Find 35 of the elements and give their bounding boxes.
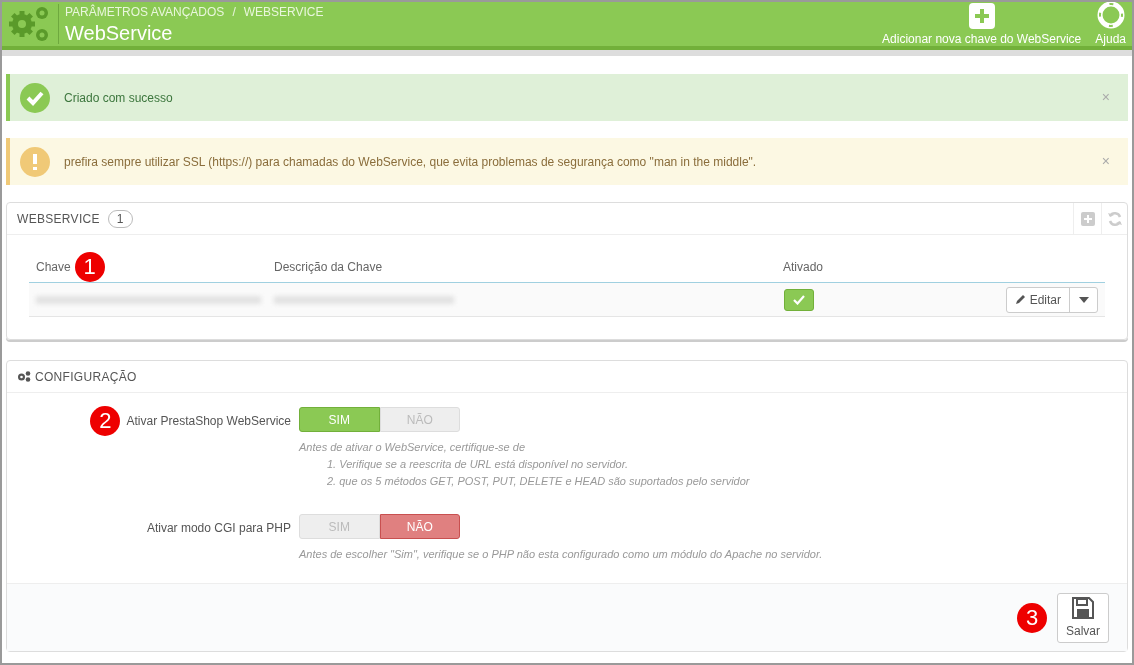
close-button[interactable]: × — [1101, 151, 1110, 172]
check-circle-icon — [20, 82, 50, 113]
column-header: Ativado — [783, 258, 824, 276]
column-header: Chave — [36, 258, 71, 276]
page-title: WebService — [65, 20, 174, 46]
help-text: Antes de escolher "Sim", verifique se o PHP não esta configurado como um módulo do Apache no servidor. — [299, 547, 823, 562]
check-icon — [793, 294, 805, 305]
plus-icon — [1080, 211, 1095, 226]
toggle-option[interactable]: SIM — [299, 407, 380, 432]
callout-marker: 2 — [90, 406, 121, 436]
panel-title: WEBSERVICE — [17, 210, 100, 228]
panel-title: CONFIGURAÇÃO — [35, 368, 137, 386]
breadcrumb-link[interactable]: PARÂMETROS AVANÇADOS — [65, 2, 225, 21]
alert-message: Criado com sucesso — [64, 89, 173, 107]
add-key-button[interactable]: Adicionar nova chave do WebService — [882, 3, 1082, 47]
alert-message: prefira sempre utilizar SSL (https://) para chamadas do WebService, que evita problemas de segurança como "man in the middle". — [64, 153, 757, 171]
toggle-option[interactable]: NÃO — [379, 514, 460, 539]
field-label: Ativar modo CGI para PHP — [146, 520, 291, 537]
callout-marker: 3 — [1017, 602, 1047, 633]
pencil-icon — [1014, 294, 1026, 305]
refresh-icon — [1106, 210, 1123, 227]
help-text: 2. que os 5 métodos GET, POST, PUT, DELETE e HEAD são suportados pelo servidor — [326, 474, 750, 489]
exclamation-circle-icon — [20, 146, 50, 177]
breadcrumb-separator: / — [232, 3, 236, 21]
help-text: Antes de ativar o WebService, certifique-se de — [299, 440, 527, 455]
help-text: 1. Verifique se a reescrita de URL está disponível no servidor. — [326, 457, 630, 472]
caret-icon — [1078, 296, 1089, 303]
close-button[interactable]: × — [1101, 87, 1110, 108]
callout-marker: 1 — [74, 251, 105, 282]
gears-icon — [17, 371, 31, 382]
breadcrumb-link[interactable]: WEBSERVICE — [243, 2, 324, 21]
save-button[interactable]: Salvar — [1057, 592, 1109, 643]
column-header: Descrição da Chave — [274, 258, 384, 276]
field-label: Ativar PrestaShop WebService — [126, 413, 291, 430]
help-button[interactable]: Ajuda — [1095, 2, 1126, 47]
